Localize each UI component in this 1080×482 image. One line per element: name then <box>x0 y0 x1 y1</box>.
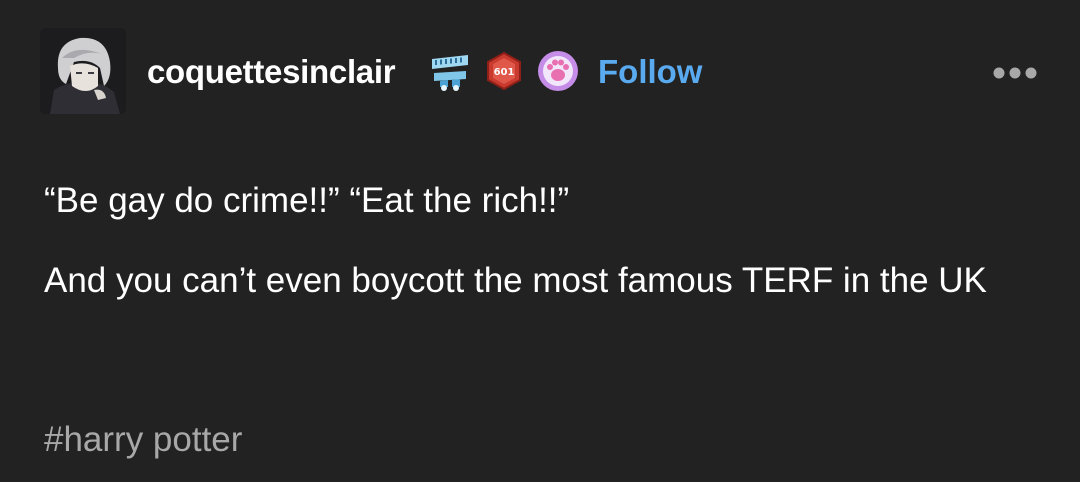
badge-row: 601 <box>428 48 580 94</box>
username-link[interactable]: coquettesinclair <box>147 52 396 92</box>
post-body: “Be gay do crime!!” “Eat the rich!!” And… <box>44 176 1044 306</box>
hexagon-badge-text: 601 <box>494 67 515 78</box>
post-card: coquettesinclair 601 Follow “Be gay do c… <box>0 0 1080 482</box>
paw-badge-icon[interactable] <box>536 49 580 93</box>
post-paragraph: And you can’t even boycott the most famo… <box>44 261 987 300</box>
post-paragraph: “Be gay do crime!!” “Eat the rich!!” <box>44 181 570 220</box>
tag-link[interactable]: #harry potter <box>44 417 242 463</box>
more-options-icon[interactable] <box>990 60 1040 86</box>
follow-button[interactable]: Follow <box>598 52 702 92</box>
hexagon-badge-icon[interactable]: 601 <box>484 51 524 91</box>
avatar-image <box>40 28 126 114</box>
teeth-badge-icon[interactable] <box>428 49 472 93</box>
avatar[interactable] <box>40 28 126 114</box>
